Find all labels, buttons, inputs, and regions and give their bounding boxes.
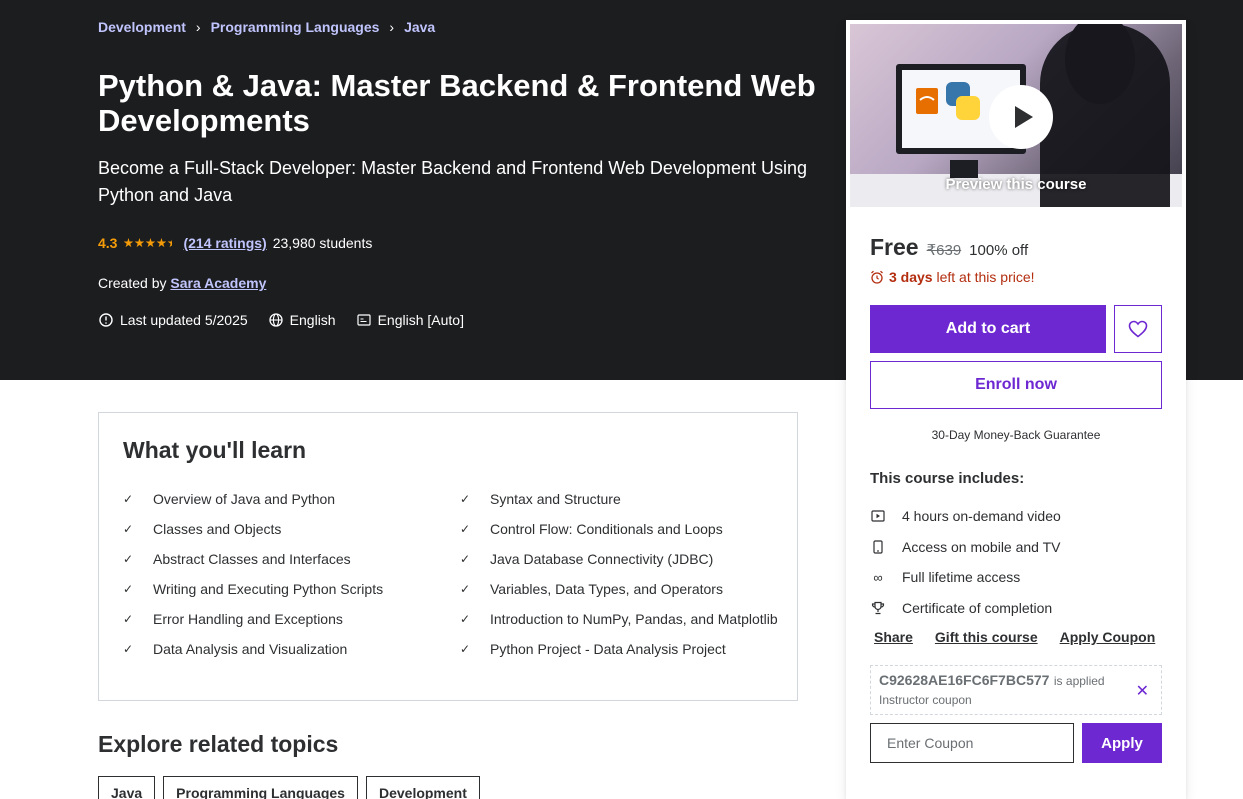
includes-title: This course includes:	[870, 470, 1025, 487]
course-captions: English [Auto]	[377, 312, 464, 328]
check-icon: ✓	[123, 522, 134, 536]
instructor-link[interactable]: Sara Academy	[170, 275, 266, 291]
related-topics: Java Programming Languages Development	[98, 776, 480, 799]
star-icon	[134, 238, 145, 248]
check-icon: ✓	[460, 552, 471, 566]
list-item: ✓ Java Database Connectivity (JDBC)	[460, 544, 780, 574]
heart-icon	[1128, 320, 1148, 338]
list-item: 4 hours on-demand video	[870, 501, 1061, 532]
list-item: ✓ Classes and Objects	[123, 514, 460, 544]
star-icon	[123, 238, 134, 248]
price-timer: 3 days left at this price!	[870, 269, 1035, 285]
breadcrumb-development[interactable]: Development	[98, 19, 186, 35]
check-icon: ✓	[123, 582, 134, 596]
check-icon: ✓	[123, 612, 134, 626]
breadcrumb-programming-languages[interactable]: Programming Languages	[211, 19, 380, 35]
coupon-input[interactable]	[870, 723, 1074, 763]
course-subtitle: Become a Full-Stack Developer: Master Ba…	[98, 158, 808, 205]
preview-label[interactable]: Preview this course	[850, 176, 1182, 193]
purchase-sidebar: Preview this course Free ₹639 100% off 3…	[846, 20, 1186, 799]
list-item: ✓ Introduction to NumPy, Pandas, and Matp…	[460, 604, 780, 634]
list-item: ✓ Writing and Executing Python Scripts	[123, 574, 460, 604]
star-rating	[123, 238, 178, 248]
course-title: Python & Java: Master Backend & Frontend…	[98, 68, 816, 138]
list-item: ∞ Full lifetime access	[870, 562, 1061, 593]
what-youll-learn: What you'll learn ✓ Overview of Java and …	[98, 412, 798, 701]
coupon-type: Instructor coupon	[879, 693, 972, 707]
coupon-applied-note: is applied	[1053, 674, 1105, 688]
list-item: ✓ Variables, Data Types, and Operators	[460, 574, 780, 604]
mobile-icon	[870, 540, 886, 554]
check-icon: ✓	[460, 642, 471, 656]
apply-button[interactable]: Apply	[1082, 723, 1162, 763]
alert-clock-icon	[98, 312, 114, 328]
share-button[interactable]: Share	[874, 629, 913, 645]
check-icon: ✓	[123, 642, 134, 656]
list-item: ✓ Overview of Java and Python	[123, 484, 460, 514]
timer-text: left at this price!	[936, 269, 1035, 285]
related-topics-title: Explore related topics	[98, 731, 339, 757]
current-price: Free	[870, 234, 919, 260]
infinity-icon: ∞	[873, 569, 883, 585]
course-preview[interactable]: Preview this course	[850, 24, 1182, 207]
enroll-now-button[interactable]: Enroll now	[870, 361, 1162, 409]
original-price: ₹639	[926, 242, 962, 259]
discount-percent: 100% off	[969, 242, 1029, 259]
sidebar-actions: Share Gift this course Apply Coupon	[874, 629, 1155, 645]
list-item: ✓ Abstract Classes and Interfaces	[123, 544, 460, 574]
coupon-code: C92628AE16FC6F7BC577	[879, 672, 1050, 688]
star-icon	[156, 238, 167, 248]
money-back-guarantee: 30-Day Money-Back Guarantee	[931, 428, 1101, 442]
remove-coupon-close-icon[interactable]: ✕	[1136, 681, 1149, 701]
trophy-icon	[870, 601, 886, 615]
list-item: ✓ Syntax and Structure	[460, 484, 780, 514]
list-item: Certificate of completion	[870, 593, 1061, 624]
add-to-cart-button[interactable]: Add to cart	[870, 305, 1106, 353]
students-count: 23,980 students	[272, 235, 373, 251]
check-icon: ✓	[123, 492, 134, 506]
list-item: ✓ Control Flow: Conditionals and Loops	[460, 514, 780, 544]
price-row: Free ₹639 100% off	[870, 234, 1028, 261]
course-includes-list: 4 hours on-demand video Access on mobile…	[870, 501, 1061, 623]
video-icon	[870, 510, 886, 522]
breadcrumb: Development › Programming Languages › Ja…	[98, 19, 435, 35]
breadcrumb-java[interactable]: Java	[404, 19, 435, 35]
chevron-right-icon: ›	[389, 19, 395, 35]
list-item: Access on mobile and TV	[870, 532, 1061, 563]
list-item: ✓ Data Analysis and Visualization	[123, 634, 460, 664]
check-icon: ✓	[460, 582, 471, 596]
globe-icon	[268, 312, 284, 328]
ratings-count-link[interactable]: (214 ratings)	[183, 235, 266, 251]
alarm-clock-icon	[871, 270, 883, 284]
topic-tag-java[interactable]: Java	[98, 776, 156, 799]
star-icon	[145, 238, 156, 248]
check-icon: ✓	[460, 522, 471, 536]
course-language: English	[289, 312, 336, 328]
half-star-icon	[167, 238, 178, 248]
last-updated: Last updated 5/2025	[120, 312, 248, 328]
check-icon: ✓	[460, 492, 471, 506]
wishlist-button[interactable]	[1114, 305, 1162, 353]
rating-row: 4.3 (214 ratings) 23,980 students	[98, 235, 372, 251]
topic-tag-development[interactable]: Development	[365, 776, 480, 799]
captions-icon	[356, 312, 372, 328]
topic-tag-programming-languages[interactable]: Programming Languages	[163, 776, 358, 799]
rating-value: 4.3	[98, 235, 118, 251]
course-meta: Last updated 5/2025 English English [Aut…	[98, 312, 464, 328]
play-button[interactable]	[989, 85, 1053, 149]
gift-course-button[interactable]: Gift this course	[935, 629, 1038, 645]
apply-coupon-link[interactable]: Apply Coupon	[1060, 629, 1156, 645]
check-icon: ✓	[123, 552, 134, 566]
play-icon	[1014, 106, 1033, 128]
list-item: ✓ Python Project - Data Analysis Project	[460, 634, 780, 664]
chevron-right-icon: ›	[195, 19, 201, 35]
timer-days: 3 days	[889, 269, 933, 285]
applied-coupon: C92628AE16FC6F7BC577 is applied Instruct…	[870, 665, 1162, 715]
check-icon: ✓	[460, 612, 471, 626]
learn-title: What you'll learn	[123, 437, 307, 463]
list-item: ✓ Error Handling and Exceptions	[123, 604, 460, 634]
created-by: Created by Sara Academy	[98, 275, 266, 291]
created-by-label: Created by	[98, 275, 167, 291]
learn-list: ✓ Overview of Java and Python ✓ Syntax and…	[123, 484, 778, 664]
